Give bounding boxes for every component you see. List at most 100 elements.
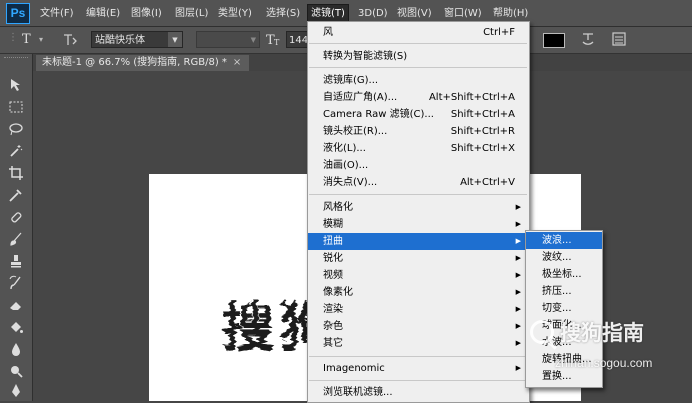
menu-item-shortcut: Shift+Ctrl+R (450, 126, 515, 137)
menu-separator (309, 356, 527, 357)
menu-item-label: 极坐标... (542, 269, 582, 280)
photoshop-logo: Ps (6, 3, 30, 24)
render-submenu-item[interactable]: 渲染 ▶ (308, 301, 529, 318)
eraser-tool-icon[interactable] (6, 296, 26, 314)
font-style-select[interactable]: ▼ (196, 31, 260, 48)
filter-last-item[interactable]: 风 Ctrl+F (308, 24, 529, 41)
noise-submenu-item[interactable]: 杂色 ▶ (308, 318, 529, 335)
menu-item-shortcut: Alt+Ctrl+V (460, 177, 515, 188)
menu-item-shortcut: Ctrl+F (483, 27, 515, 38)
stylize-submenu-item[interactable]: 风格化 ▶ (308, 199, 529, 216)
oil-paint-item[interactable]: 油画(O)... (308, 157, 529, 174)
menu-item-label: 液化(L)... (323, 143, 366, 154)
font-size-input[interactable]: 144 (286, 31, 308, 48)
history-brush-tool-icon[interactable] (6, 274, 26, 292)
convert-smart-filters-item[interactable]: 转换为智能滤镜(S) (308, 48, 529, 65)
menu-item-label: 扭曲 (323, 236, 343, 247)
other-submenu-item[interactable]: 其它 ▶ (308, 335, 529, 352)
menu-type[interactable]: 类型(Y) (215, 5, 255, 22)
move-tool-icon[interactable] (6, 76, 26, 94)
menu-separator (309, 67, 527, 68)
menu-window[interactable]: 窗口(W) (441, 5, 485, 22)
menu-item-label: 波浪... (542, 235, 572, 246)
marquee-tool-icon[interactable] (6, 98, 26, 116)
filter-gallery-item[interactable]: 滤镜库(G)... (308, 72, 529, 89)
menu-separator (309, 43, 527, 44)
menu-view[interactable]: 视图(V) (394, 5, 435, 22)
font-family-select[interactable]: 站酷快乐体 ▼ (91, 31, 183, 48)
submenu-arrow-icon: ▶ (515, 254, 521, 262)
panel-grip (4, 57, 28, 61)
tools-panel (0, 54, 33, 401)
menu-item-label: 自适应广角(A)... (323, 92, 398, 103)
watermark-title: 搜狗指南 (560, 321, 644, 345)
menu-separator (309, 194, 527, 195)
submenu-arrow-icon: ▶ (515, 271, 521, 279)
eyedropper-tool-icon[interactable] (6, 186, 26, 204)
menu-item-label: 挤压... (542, 286, 572, 297)
pinch-item[interactable]: 挤压... (526, 283, 602, 300)
brush-tool-icon[interactable] (6, 230, 26, 248)
menu-item-label: 视频 (323, 270, 343, 281)
menu-help[interactable]: 帮助(H) (490, 5, 531, 22)
submenu-arrow-icon: ▶ (515, 237, 521, 245)
menu-item-label: 像素化 (323, 287, 353, 298)
close-tab-icon[interactable]: × (233, 57, 241, 68)
blur-submenu-item[interactable]: 模糊 ▶ (308, 216, 529, 233)
menu-item-label: Imagenomic (323, 363, 385, 374)
menu-image[interactable]: 图像(I) (128, 5, 165, 22)
menu-item-label: 镜头校正(R)... (323, 126, 388, 137)
magic-wand-tool-icon[interactable] (6, 142, 26, 160)
imagenomic-submenu-item[interactable]: Imagenomic ▶ (308, 360, 529, 377)
menu-select[interactable]: 选择(S) (263, 5, 303, 22)
menu-item-shortcut: Shift+Ctrl+A (450, 109, 515, 120)
tool-preset-chevron-icon[interactable]: ▾ (39, 32, 43, 48)
menu-item-label: 风 (323, 27, 333, 38)
text-color-swatch[interactable] (543, 33, 565, 48)
displace-item[interactable]: 置换... (526, 368, 602, 385)
pen-tool-icon[interactable] (6, 382, 26, 400)
lens-correction-item[interactable]: 镜头校正(R)... Shift+Ctrl+R (308, 123, 529, 140)
video-submenu-item[interactable]: 视频 ▶ (308, 267, 529, 284)
menu-item-label: Camera Raw 滤镜(C)... (323, 109, 434, 120)
menu-3d[interactable]: 3D(D) (355, 5, 391, 22)
liquify-item[interactable]: 液化(L)... Shift+Ctrl+X (308, 140, 529, 157)
healing-brush-tool-icon[interactable] (6, 208, 26, 226)
polar-coordinates-item[interactable]: 极坐标... (526, 266, 602, 283)
wave-item[interactable]: 波浪... (526, 232, 602, 249)
font-family-value: 站酷快乐体 (95, 35, 145, 46)
menu-item-label: 锐化 (323, 253, 343, 264)
crop-tool-icon[interactable] (6, 164, 26, 182)
menu-file[interactable]: 文件(F) (37, 5, 77, 22)
clone-stamp-tool-icon[interactable] (6, 252, 26, 270)
type-tool-icon[interactable]: T (22, 32, 31, 48)
menu-separator (309, 380, 527, 381)
menu-item-label: 转换为智能滤镜(S) (323, 51, 408, 62)
pixelate-submenu-item[interactable]: 像素化 ▶ (308, 284, 529, 301)
camera-raw-filter-item[interactable]: Camera Raw 滤镜(C)... Shift+Ctrl+A (308, 106, 529, 123)
menu-layer[interactable]: 图层(L) (172, 5, 211, 22)
svg-text:T: T (274, 38, 280, 47)
vanishing-point-item[interactable]: 消失点(V)... Alt+Ctrl+V (308, 174, 529, 191)
distort-submenu-item[interactable]: 扭曲 ▶ (308, 233, 529, 250)
document-tab[interactable]: 未标题-1 @ 66.7% (搜狗指南, RGB/8) * × (36, 55, 250, 71)
document-tab-title: 未标题-1 @ 66.7% (搜狗指南, RGB/8) * (42, 57, 227, 68)
watermark: 搜狗指南 (530, 314, 644, 350)
submenu-arrow-icon: ▶ (515, 220, 521, 228)
warp-text-icon[interactable] (580, 31, 596, 47)
text-orientation-icon[interactable] (62, 32, 78, 48)
adaptive-wide-angle-item[interactable]: 自适应广角(A)... Alt+Shift+Ctrl+A (308, 89, 529, 106)
ripple-item[interactable]: 波纹... (526, 249, 602, 266)
submenu-arrow-icon: ▶ (515, 288, 521, 296)
blur-tool-icon[interactable] (6, 340, 26, 358)
menu-edit[interactable]: 编辑(E) (83, 5, 123, 22)
menu-item-shortcut: Alt+Shift+Ctrl+A (428, 92, 515, 103)
sharpen-submenu-item[interactable]: 锐化 ▶ (308, 250, 529, 267)
menu-item-label: 滤镜库(G)... (323, 75, 379, 86)
character-panel-icon[interactable] (611, 31, 627, 47)
browse-filters-online-item[interactable]: 浏览联机滤镜... (308, 384, 529, 401)
menu-item-label: 模糊 (323, 219, 343, 230)
lasso-tool-icon[interactable] (6, 120, 26, 138)
paint-bucket-tool-icon[interactable] (6, 318, 26, 336)
dodge-tool-icon[interactable] (6, 362, 26, 380)
